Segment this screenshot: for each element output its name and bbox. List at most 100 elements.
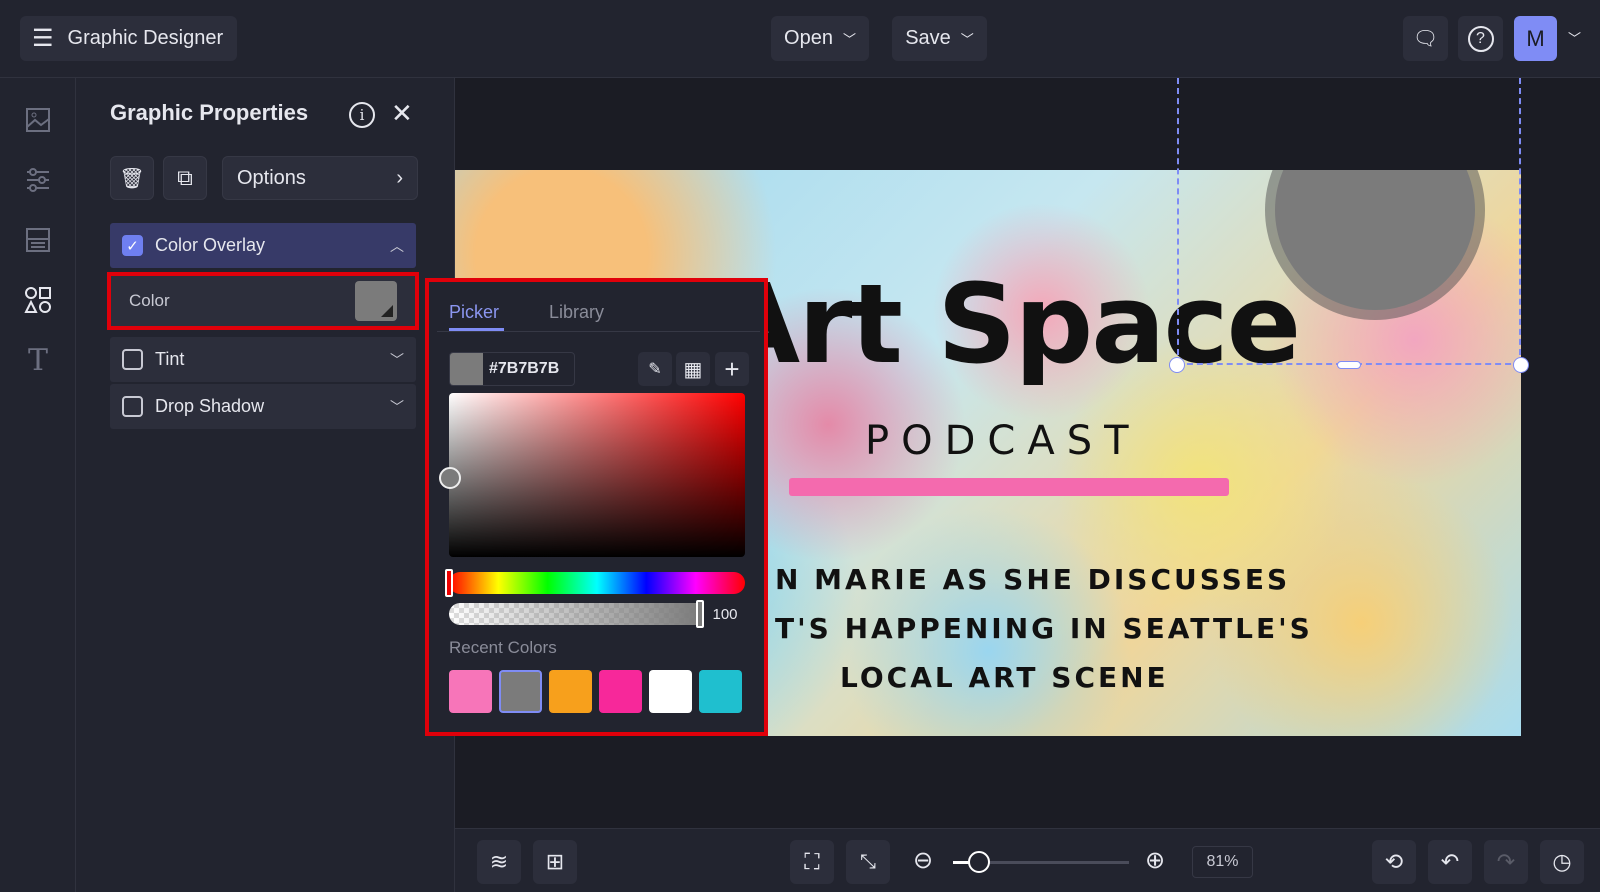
color-swatch-button[interactable] [355, 281, 397, 321]
grid-button[interactable]: ▦ [676, 352, 710, 386]
avatar[interactable]: M [1514, 16, 1557, 61]
hue-handle[interactable] [445, 569, 453, 597]
grid-icon: ⊞ [545, 849, 565, 874]
zoom-level[interactable]: 81% [1192, 846, 1253, 878]
options-label: Options [237, 166, 306, 189]
layers-button[interactable]: ≋ [477, 840, 521, 884]
color-overlay-section-header[interactable]: ✓ Color Overlay ︿ [110, 223, 416, 268]
chevron-down-icon: ﹀ [390, 351, 404, 368]
account-chevron-icon[interactable]: ﹀ [1568, 28, 1581, 47]
adjustments-icon[interactable] [22, 164, 54, 196]
poster-line-2[interactable]: T'S HAPPENING IN SEATTLE'S [775, 612, 1313, 645]
shrink-button[interactable]: ⤡ [846, 840, 890, 884]
tab-picker[interactable]: Picker [449, 302, 499, 323]
options-button[interactable]: Options › [222, 156, 418, 200]
tool-rail: T [0, 78, 76, 892]
collapse-icon: ⤡ [860, 850, 876, 873]
tint-checkbox[interactable] [122, 349, 143, 370]
rotate-button[interactable]: ⟲ [1372, 840, 1416, 884]
text-icon[interactable]: T [22, 343, 54, 378]
color-picker-popup: Picker Library #7B7B7B ✎ ▦ + 100 Recent … [425, 278, 768, 736]
corner-indicator-icon [381, 305, 393, 317]
comment-icon: 🗨 [1412, 28, 1439, 50]
grid-view-button[interactable]: ⊞ [533, 840, 577, 884]
resize-handle[interactable] [1169, 357, 1185, 373]
history-icon: ◷ [1552, 849, 1572, 874]
poster-line-1[interactable]: N MARIE AS SHE DISCUSSES [775, 563, 1290, 596]
chevron-right-icon: › [396, 166, 403, 189]
tab-library[interactable]: Library [549, 302, 604, 323]
hue-slider[interactable] [449, 572, 745, 594]
recent-color-swatch[interactable] [699, 670, 742, 713]
open-button[interactable]: Open ﹀ [771, 16, 869, 61]
current-color-swatch [450, 353, 483, 385]
plus-icon: + [724, 353, 740, 384]
grid-icon: ▦ [683, 358, 703, 381]
save-label: Save [905, 27, 951, 49]
rotate-icon: ⟲ [1384, 849, 1404, 874]
duplicate-icon: ⧉ [177, 165, 193, 190]
eyedropper-button[interactable]: ✎ [638, 352, 672, 386]
chevron-up-icon: ︿ [390, 237, 404, 254]
recent-color-swatch[interactable] [649, 670, 692, 713]
expand-icon: ⛶ [804, 849, 820, 874]
elements-icon[interactable] [22, 284, 54, 316]
recent-color-swatch[interactable] [449, 670, 492, 713]
zoom-out-icon[interactable]: ⊖ [913, 846, 933, 875]
opacity-slider[interactable] [449, 603, 701, 625]
hamburger-icon: ☰ [32, 25, 54, 52]
saturation-handle[interactable] [439, 467, 461, 489]
recent-color-swatch[interactable] [599, 670, 642, 713]
panel-title: Graphic Properties [110, 100, 309, 125]
graphic-properties-panel: Graphic Properties i ✕ 🗑 ⧉ Options › ✓ Co… [76, 78, 455, 892]
tint-section-header[interactable]: Tint ﹀ [110, 337, 416, 382]
open-label: Open [784, 27, 833, 49]
opacity-handle[interactable] [696, 600, 704, 628]
bottom-toolbar: ≋ ⊞ ⛶ ⤡ ⊖ ⊕ 81% ⟲ ↶ ↷ ◷ [455, 828, 1600, 892]
color-label: Color [129, 291, 170, 310]
poster-line-3[interactable]: LOCAL ART SCENE [840, 661, 1169, 694]
pink-underline [789, 478, 1229, 496]
chevron-down-icon: ﹀ [842, 32, 856, 47]
recent-color-swatch[interactable] [499, 670, 542, 713]
opacity-value[interactable]: 100 [705, 603, 745, 625]
delete-button[interactable]: 🗑 [110, 156, 154, 200]
image-icon[interactable] [22, 104, 54, 136]
app-menu-button[interactable]: ☰ Graphic Designer [20, 16, 237, 61]
duplicate-button[interactable]: ⧉ [163, 156, 207, 200]
poster-subtitle[interactable]: PODCAST [865, 418, 1141, 464]
selection-box [1177, 78, 1521, 365]
redo-button[interactable]: ↷ [1484, 840, 1528, 884]
history-button[interactable]: ◷ [1540, 840, 1584, 884]
app-title: Graphic Designer [67, 27, 224, 49]
redo-icon: ↷ [1496, 849, 1516, 874]
close-icon[interactable]: ✕ [391, 98, 413, 129]
recent-color-swatch[interactable] [549, 670, 592, 713]
drop-shadow-section-header[interactable]: Drop Shadow ﹀ [110, 384, 416, 429]
info-icon[interactable]: i [349, 102, 375, 128]
hex-input[interactable]: #7B7B7B [449, 352, 575, 386]
resize-handle[interactable] [1513, 357, 1529, 373]
add-color-button[interactable]: + [715, 352, 749, 386]
drop-shadow-checkbox[interactable] [122, 396, 143, 417]
save-button[interactable]: Save ﹀ [892, 16, 987, 61]
color-row[interactable]: Color [107, 272, 419, 330]
zoom-in-icon[interactable]: ⊕ [1145, 846, 1165, 875]
saturation-brightness-area[interactable] [449, 393, 745, 557]
comments-button[interactable]: 🗨 [1403, 16, 1448, 61]
recent-colors-label: Recent Colors [449, 638, 557, 657]
help-button[interactable]: ? [1458, 16, 1503, 61]
layout-icon[interactable] [22, 224, 54, 256]
eyedropper-icon: ✎ [648, 361, 662, 378]
layers-icon: ≋ [489, 849, 509, 874]
zoom-slider-handle[interactable] [968, 851, 990, 873]
resize-handle[interactable] [1337, 361, 1361, 369]
hex-value: #7B7B7B [489, 360, 560, 377]
tint-label: Tint [155, 349, 185, 369]
tab-divider [437, 331, 760, 332]
color-overlay-label: Color Overlay [155, 235, 266, 255]
undo-button[interactable]: ↶ [1428, 840, 1472, 884]
undo-icon: ↶ [1440, 849, 1460, 874]
fit-screen-button[interactable]: ⛶ [790, 840, 834, 884]
color-overlay-checkbox[interactable]: ✓ [122, 235, 143, 256]
